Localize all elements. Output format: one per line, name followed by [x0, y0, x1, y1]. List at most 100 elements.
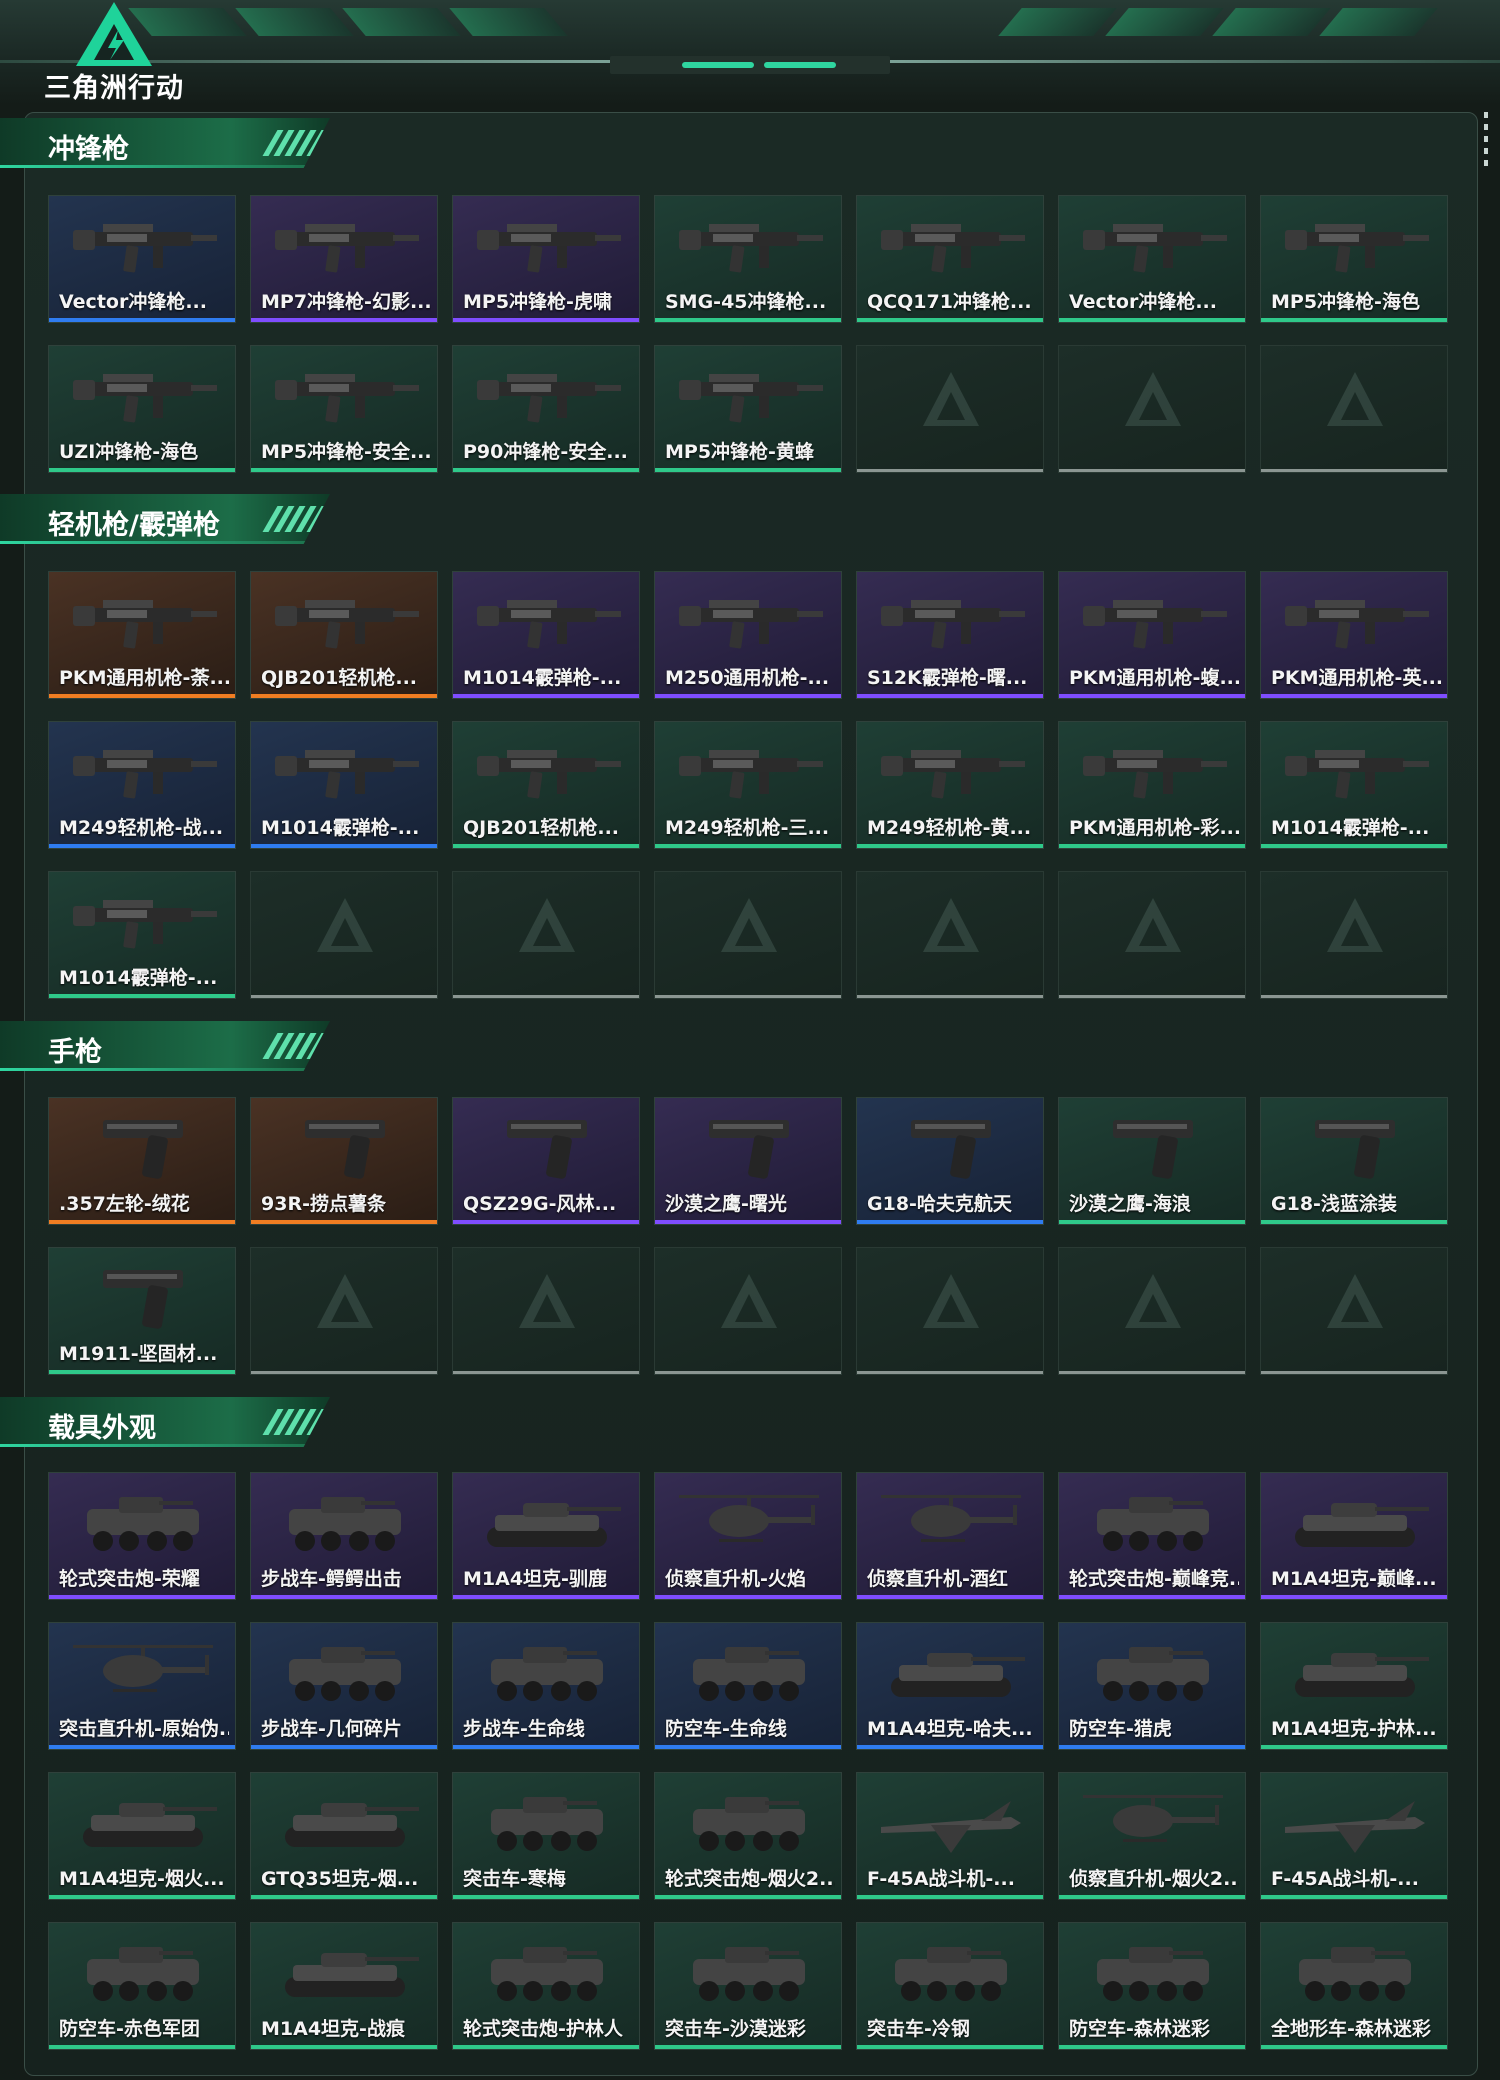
jet-icon — [871, 1787, 1029, 1857]
skin-card[interactable]: 沙漠之鹰-海浪 — [1058, 1097, 1246, 1225]
skin-card[interactable]: MP5冲锋枪-海色 — [1260, 195, 1448, 323]
skin-card[interactable]: 侦察直升机-烟火2... — [1058, 1772, 1246, 1900]
skin-card[interactable]: 防空车-森林迷彩 — [1058, 1922, 1246, 2050]
skin-card[interactable]: .357左轮-绒花 — [48, 1097, 236, 1225]
rarity-bar — [251, 694, 437, 698]
skin-card[interactable]: UZI冲锋枪-海色 — [48, 345, 236, 473]
skin-card[interactable]: QCQ171冲锋枪... — [856, 195, 1044, 323]
empty-slot — [452, 1247, 640, 1375]
skin-card[interactable]: 侦察直升机-酒红 — [856, 1472, 1044, 1600]
rarity-bar — [857, 1595, 1043, 1599]
skin-card[interactable]: Vector冲锋枪... — [1058, 195, 1246, 323]
skin-name: 防空车-生命线 — [665, 1718, 787, 1740]
skin-card[interactable]: M1A4坦克-战痕 — [250, 1922, 438, 2050]
helicopter-icon — [669, 1487, 827, 1557]
skin-card[interactable]: M1014霰弹枪-... — [452, 571, 640, 699]
skin-card[interactable]: 全地形车-森林迷彩 — [1260, 1922, 1448, 2050]
skin-card[interactable]: 步战车-生命线 — [452, 1622, 640, 1750]
skin-card[interactable]: 突击车-沙漠迷彩 — [654, 1922, 842, 2050]
skin-card[interactable]: 轮式突击炮-巅峰竞... — [1058, 1472, 1246, 1600]
pistol-icon — [1275, 1112, 1433, 1182]
skin-card[interactable]: 沙漠之鹰-曙光 — [654, 1097, 842, 1225]
skin-card[interactable]: 93R-捞点薯条 — [250, 1097, 438, 1225]
skin-card[interactable]: G18-哈夫克航天 — [856, 1097, 1044, 1225]
skin-name: 轮式突击炮-烟火2... — [665, 1868, 835, 1890]
skin-card[interactable]: PKM通用机枪-英... — [1260, 571, 1448, 699]
skin-name: Vector冲锋枪... — [59, 291, 207, 313]
skin-card[interactable]: 突击车-冷钢 — [856, 1922, 1044, 2050]
top-header: 三角洲行动 — [0, 0, 1500, 105]
skin-card[interactable]: PKM通用机枪-蝮... — [1058, 571, 1246, 699]
skin-card[interactable]: M249轻机枪-黄... — [856, 721, 1044, 849]
skin-card[interactable]: P90冲锋枪-安全... — [452, 345, 640, 473]
skin-card[interactable]: MP5冲锋枪-虎啸 — [452, 195, 640, 323]
skin-card[interactable]: 侦察直升机-火焰 — [654, 1472, 842, 1600]
skin-card[interactable]: 突击直升机-原始伪... — [48, 1622, 236, 1750]
skin-card[interactable]: MP5冲锋枪-黄蜂 — [654, 345, 842, 473]
skin-card[interactable]: F-45A战斗机-... — [856, 1772, 1044, 1900]
skin-card[interactable]: QSZ29G-风林... — [452, 1097, 640, 1225]
pistol-icon — [669, 1112, 827, 1182]
skin-name: 防空车-猎虎 — [1069, 1718, 1172, 1740]
vehicle-icon — [871, 1937, 1029, 2007]
rarity-bar — [857, 995, 1043, 998]
skin-card[interactable]: 突击车-寒梅 — [452, 1772, 640, 1900]
skin-card[interactable]: M1014霰弹枪-... — [48, 871, 236, 999]
skin-card[interactable]: 步战车-几何碎片 — [250, 1622, 438, 1750]
skin-card[interactable]: M1014霰弹枪-... — [250, 721, 438, 849]
skin-card[interactable]: 轮式突击炮-烟火2... — [654, 1772, 842, 1900]
skin-card[interactable]: SMG-45冲锋枪... — [654, 195, 842, 323]
empty-slot — [1058, 871, 1246, 999]
skin-card[interactable]: PKM通用机枪-彩... — [1058, 721, 1246, 849]
rarity-bar — [857, 1220, 1043, 1224]
skin-card[interactable]: 防空车-生命线 — [654, 1622, 842, 1750]
skin-card[interactable]: MP5冲锋枪-安全... — [250, 345, 438, 473]
skin-name: MP5冲锋枪-虎啸 — [463, 291, 612, 313]
skin-card[interactable]: MP7冲锋枪-幻影... — [250, 195, 438, 323]
rarity-bar — [49, 2045, 235, 2049]
jet-icon — [1275, 1787, 1433, 1857]
skin-card[interactable]: 防空车-赤色军团 — [48, 1922, 236, 2050]
rarity-bar — [251, 318, 437, 322]
skin-name: 步战车-鳄鳄出击 — [261, 1568, 402, 1590]
skin-name: 侦察直升机-火焰 — [665, 1568, 806, 1590]
gun-icon — [63, 586, 221, 656]
skin-card[interactable]: QJB201轻机枪... — [452, 721, 640, 849]
placeholder-logo-icon — [721, 1274, 777, 1328]
skin-card[interactable]: M249轻机枪-三... — [654, 721, 842, 849]
skin-card[interactable]: M1A4坦克-驯鹿 — [452, 1472, 640, 1600]
section-header: 轻机枪/霰弹枪 — [0, 494, 330, 544]
skin-card[interactable]: F-45A战斗机-... — [1260, 1772, 1448, 1900]
skin-name: MP5冲锋枪-海色 — [1271, 291, 1420, 313]
skin-name: 轮式突击炮-巅峰竞... — [1069, 1568, 1239, 1590]
skin-card[interactable]: S12K霰弹枪-曙... — [856, 571, 1044, 699]
skin-card[interactable]: M1A4坦克-烟火... — [48, 1772, 236, 1900]
gun-icon — [871, 210, 1029, 280]
skin-card[interactable]: M249轻机枪-战... — [48, 721, 236, 849]
rarity-bar — [1059, 1220, 1245, 1224]
skin-card[interactable]: M1A4坦克-哈夫... — [856, 1622, 1044, 1750]
skin-card[interactable]: M1A4坦克-巅峰... — [1260, 1472, 1448, 1600]
rarity-bar — [1261, 995, 1447, 998]
empty-slot — [856, 871, 1044, 999]
skin-card[interactable]: PKM通用机枪-荼... — [48, 571, 236, 699]
rarity-bar — [857, 1895, 1043, 1899]
skin-card[interactable]: M250通用机枪-... — [654, 571, 842, 699]
skin-card[interactable]: Vector冲锋枪... — [48, 195, 236, 323]
skin-card[interactable]: M1A4坦克-护林... — [1260, 1622, 1448, 1750]
skin-card[interactable]: 轮式突击炮-荣耀 — [48, 1472, 236, 1600]
skin-card[interactable]: GTQ35坦克-烟... — [250, 1772, 438, 1900]
rarity-bar — [655, 468, 841, 472]
skin-card[interactable]: 轮式突击炮-护林人 — [452, 1922, 640, 2050]
skin-card[interactable]: M1911-坚固材... — [48, 1247, 236, 1375]
scrollbar[interactable] — [1484, 112, 1488, 172]
skin-card[interactable]: M1014霰弹枪-... — [1260, 721, 1448, 849]
skin-card[interactable]: 防空车-猎虎 — [1058, 1622, 1246, 1750]
empty-slot — [1260, 345, 1448, 473]
rarity-bar — [1059, 2045, 1245, 2049]
skin-card[interactable]: QJB201轻机枪... — [250, 571, 438, 699]
skin-card[interactable]: G18-浅蓝涂装 — [1260, 1097, 1448, 1225]
helicopter-icon — [1073, 1787, 1231, 1857]
skin-name: GTQ35坦克-烟... — [261, 1868, 419, 1890]
skin-card[interactable]: 步战车-鳄鳄出击 — [250, 1472, 438, 1600]
